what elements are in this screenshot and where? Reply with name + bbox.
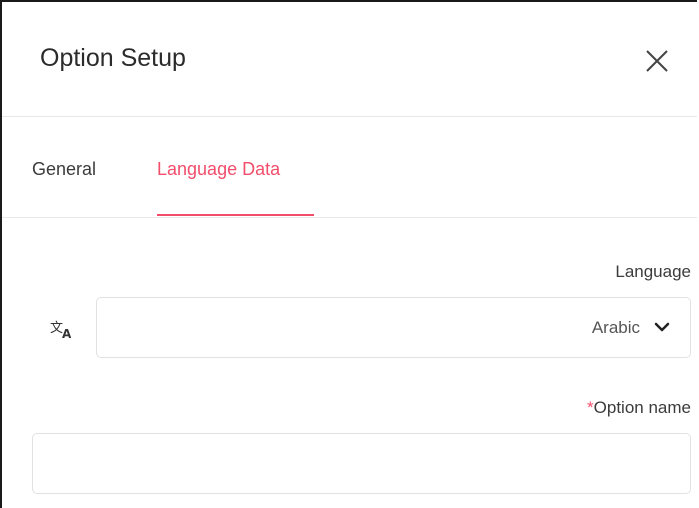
tab-language-data[interactable]: Language Data	[157, 159, 280, 180]
tab-general[interactable]: General	[32, 159, 96, 180]
chevron-down-icon	[654, 322, 670, 332]
required-marker: *	[587, 398, 594, 417]
option-name-label-text: Option name	[593, 398, 691, 417]
option-name-label: *Option name	[587, 398, 691, 418]
active-tab-indicator	[157, 214, 314, 216]
language-label: Language	[615, 262, 691, 281]
dialog-header: Option Setup	[2, 2, 697, 117]
dialog-title: Option Setup	[40, 44, 186, 72]
translate-icon: 文 A	[50, 318, 76, 341]
language-select[interactable]: Arabic	[96, 297, 691, 358]
svg-text:A: A	[62, 327, 72, 340]
language-selected-value: Arabic	[591, 318, 640, 337]
tab-bar: General Language Data	[2, 117, 697, 218]
close-icon	[646, 50, 668, 72]
option-setup-dialog: Option Setup General Language Data Langu…	[0, 0, 697, 508]
close-button[interactable]	[640, 44, 674, 78]
option-name-input[interactable]	[32, 433, 691, 494]
